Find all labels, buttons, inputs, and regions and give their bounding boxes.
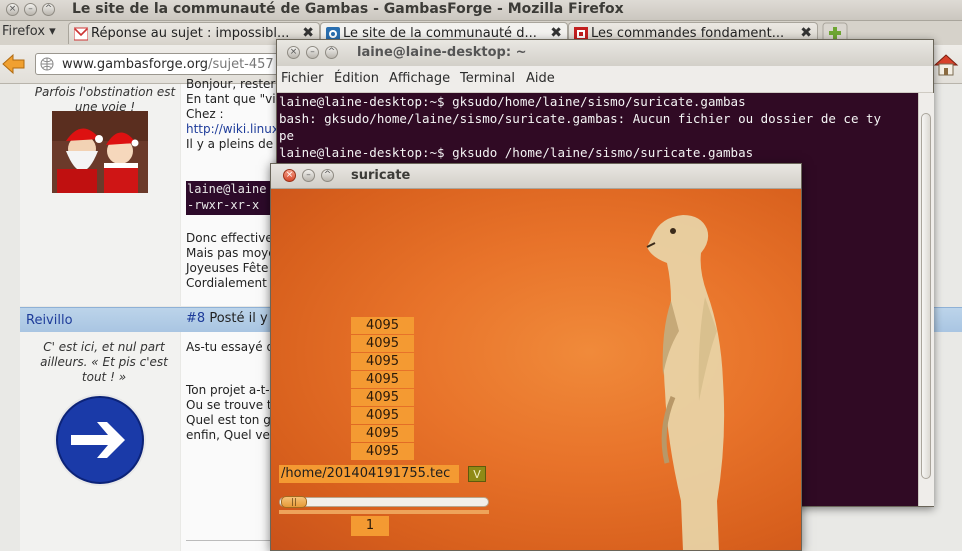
post-text-line: Cordialement I bbox=[186, 276, 275, 290]
post-text-line: Donc effective bbox=[186, 231, 273, 245]
minimize-window-button[interactable]: – bbox=[302, 169, 315, 182]
menu-edition[interactable]: Édition bbox=[334, 71, 379, 86]
url-text: www.gambasforge.org/sujet-457 bbox=[62, 57, 274, 72]
tab-label: Réponse au sujet : impossibl... bbox=[91, 26, 290, 41]
post-link[interactable]: http://wiki.linux bbox=[186, 122, 279, 137]
gmail-favicon-icon bbox=[74, 27, 88, 41]
maximize-window-button[interactable]: ^ bbox=[42, 3, 55, 16]
maximize-window-button[interactable]: ^ bbox=[325, 46, 338, 59]
post-text-line: Mais pas moye bbox=[186, 246, 276, 260]
firefox-titlebar: × – ^ Le site de la communauté de Gambas… bbox=[0, 0, 962, 21]
divider bbox=[186, 540, 276, 541]
post-text-line: Bonjour, rester bbox=[186, 77, 276, 91]
terminal-title: laine@laine-desktop: ~ bbox=[357, 45, 527, 60]
terminal-line: laine@laine-desktop:~$ gksudo/home/laine… bbox=[279, 94, 746, 109]
value-cell: 4095 bbox=[351, 353, 414, 370]
scrollbar-thumb[interactable] bbox=[921, 113, 931, 479]
author-signature: C' est ici, et nul part ailleurs. « Et p… bbox=[40, 340, 168, 384]
post-text-line: Il y a pleins de bbox=[186, 137, 274, 151]
suricate-window[interactable]: × – ^ suricate 4095 4095 4095 4095 4095 … bbox=[270, 163, 802, 551]
file-path-field[interactable]: /home/201404191755.tec bbox=[279, 465, 459, 483]
menu-fichier[interactable]: Fichier bbox=[281, 71, 324, 86]
value-cell: 4095 bbox=[351, 335, 414, 352]
close-window-button[interactable]: × bbox=[283, 169, 296, 182]
counter-value: 1 bbox=[351, 516, 389, 536]
close-window-button[interactable]: × bbox=[287, 46, 300, 59]
terminal-scrollbar[interactable] bbox=[918, 93, 934, 506]
post-text-line: As-tu essayé d bbox=[186, 340, 275, 354]
terminal-titlebar[interactable]: × – ^ laine@laine-desktop: ~ bbox=[277, 40, 933, 66]
back-arrow-icon[interactable] bbox=[0, 51, 26, 77]
globe-icon bbox=[40, 57, 54, 71]
progress-bar bbox=[279, 510, 489, 514]
terminal-line: bash: gksudo/home/laine/sismo/suricate.g… bbox=[279, 111, 882, 126]
url-path: /sujet-457 bbox=[208, 57, 274, 72]
firefox-menu-button[interactable]: Firefox ▾ bbox=[2, 24, 56, 39]
home-icon[interactable] bbox=[932, 53, 960, 77]
position-slider[interactable] bbox=[279, 497, 489, 507]
code-line: -rwxr-xr-x bbox=[187, 198, 260, 212]
value-cell: 4095 bbox=[351, 425, 414, 442]
suricate-title: suricate bbox=[351, 168, 411, 183]
maximize-window-button[interactable]: ^ bbox=[321, 169, 334, 182]
value-cell: 4095 bbox=[351, 317, 414, 334]
post-author-name[interactable]: Reivillo bbox=[26, 313, 73, 328]
post-text-line: Ton projet a-t-i bbox=[186, 383, 273, 397]
minimize-window-button[interactable]: – bbox=[306, 46, 319, 59]
avatar bbox=[52, 111, 148, 193]
v-button[interactable]: V bbox=[468, 466, 486, 482]
terminal-line: laine@laine-desktop:~$ gksudo /home/lain… bbox=[279, 145, 754, 160]
url-host: www.gambasforge.org bbox=[62, 57, 209, 72]
url-bar[interactable]: www.gambasforge.org/sujet-457 bbox=[35, 53, 285, 75]
avatar bbox=[54, 394, 146, 486]
post-number-link[interactable]: #8 bbox=[186, 311, 205, 326]
post-text-line: Quel est ton g bbox=[186, 413, 271, 427]
value-cell: 4095 bbox=[351, 407, 414, 424]
menu-affichage[interactable]: Affichage bbox=[389, 71, 450, 86]
post-text-line: Joyeuses Fête bbox=[186, 261, 269, 275]
meerkat-painting bbox=[646, 215, 725, 550]
post-text-line: Chez : bbox=[186, 107, 224, 121]
terminal-menubar: Fichier Édition Affichage Terminal Aide bbox=[277, 66, 933, 93]
close-window-button[interactable]: × bbox=[6, 3, 19, 16]
value-cell: 4095 bbox=[351, 389, 414, 406]
menu-terminal[interactable]: Terminal bbox=[460, 71, 515, 86]
minimize-window-button[interactable]: – bbox=[24, 3, 37, 16]
post-text-line: enfin, Quel ver bbox=[186, 428, 275, 442]
post-text-line: Ou se trouve t bbox=[186, 398, 272, 412]
terminal-line: pe bbox=[279, 128, 295, 143]
firefox-window-title: Le site de la communauté de Gambas - Gam… bbox=[72, 1, 624, 17]
code-block: laine@laine -rwxr-xr-x bbox=[186, 181, 276, 215]
value-cell: 4095 bbox=[351, 443, 414, 460]
suricate-titlebar[interactable]: × – ^ suricate bbox=[271, 164, 801, 189]
code-line: laine@laine bbox=[187, 182, 267, 196]
menu-aide[interactable]: Aide bbox=[526, 71, 555, 86]
post-text-line: En tant que "vie bbox=[186, 92, 283, 106]
post-meta: #8 Posté il y a bbox=[186, 311, 280, 326]
slider-handle[interactable]: || bbox=[281, 496, 307, 508]
value-cell: 4095 bbox=[351, 371, 414, 388]
